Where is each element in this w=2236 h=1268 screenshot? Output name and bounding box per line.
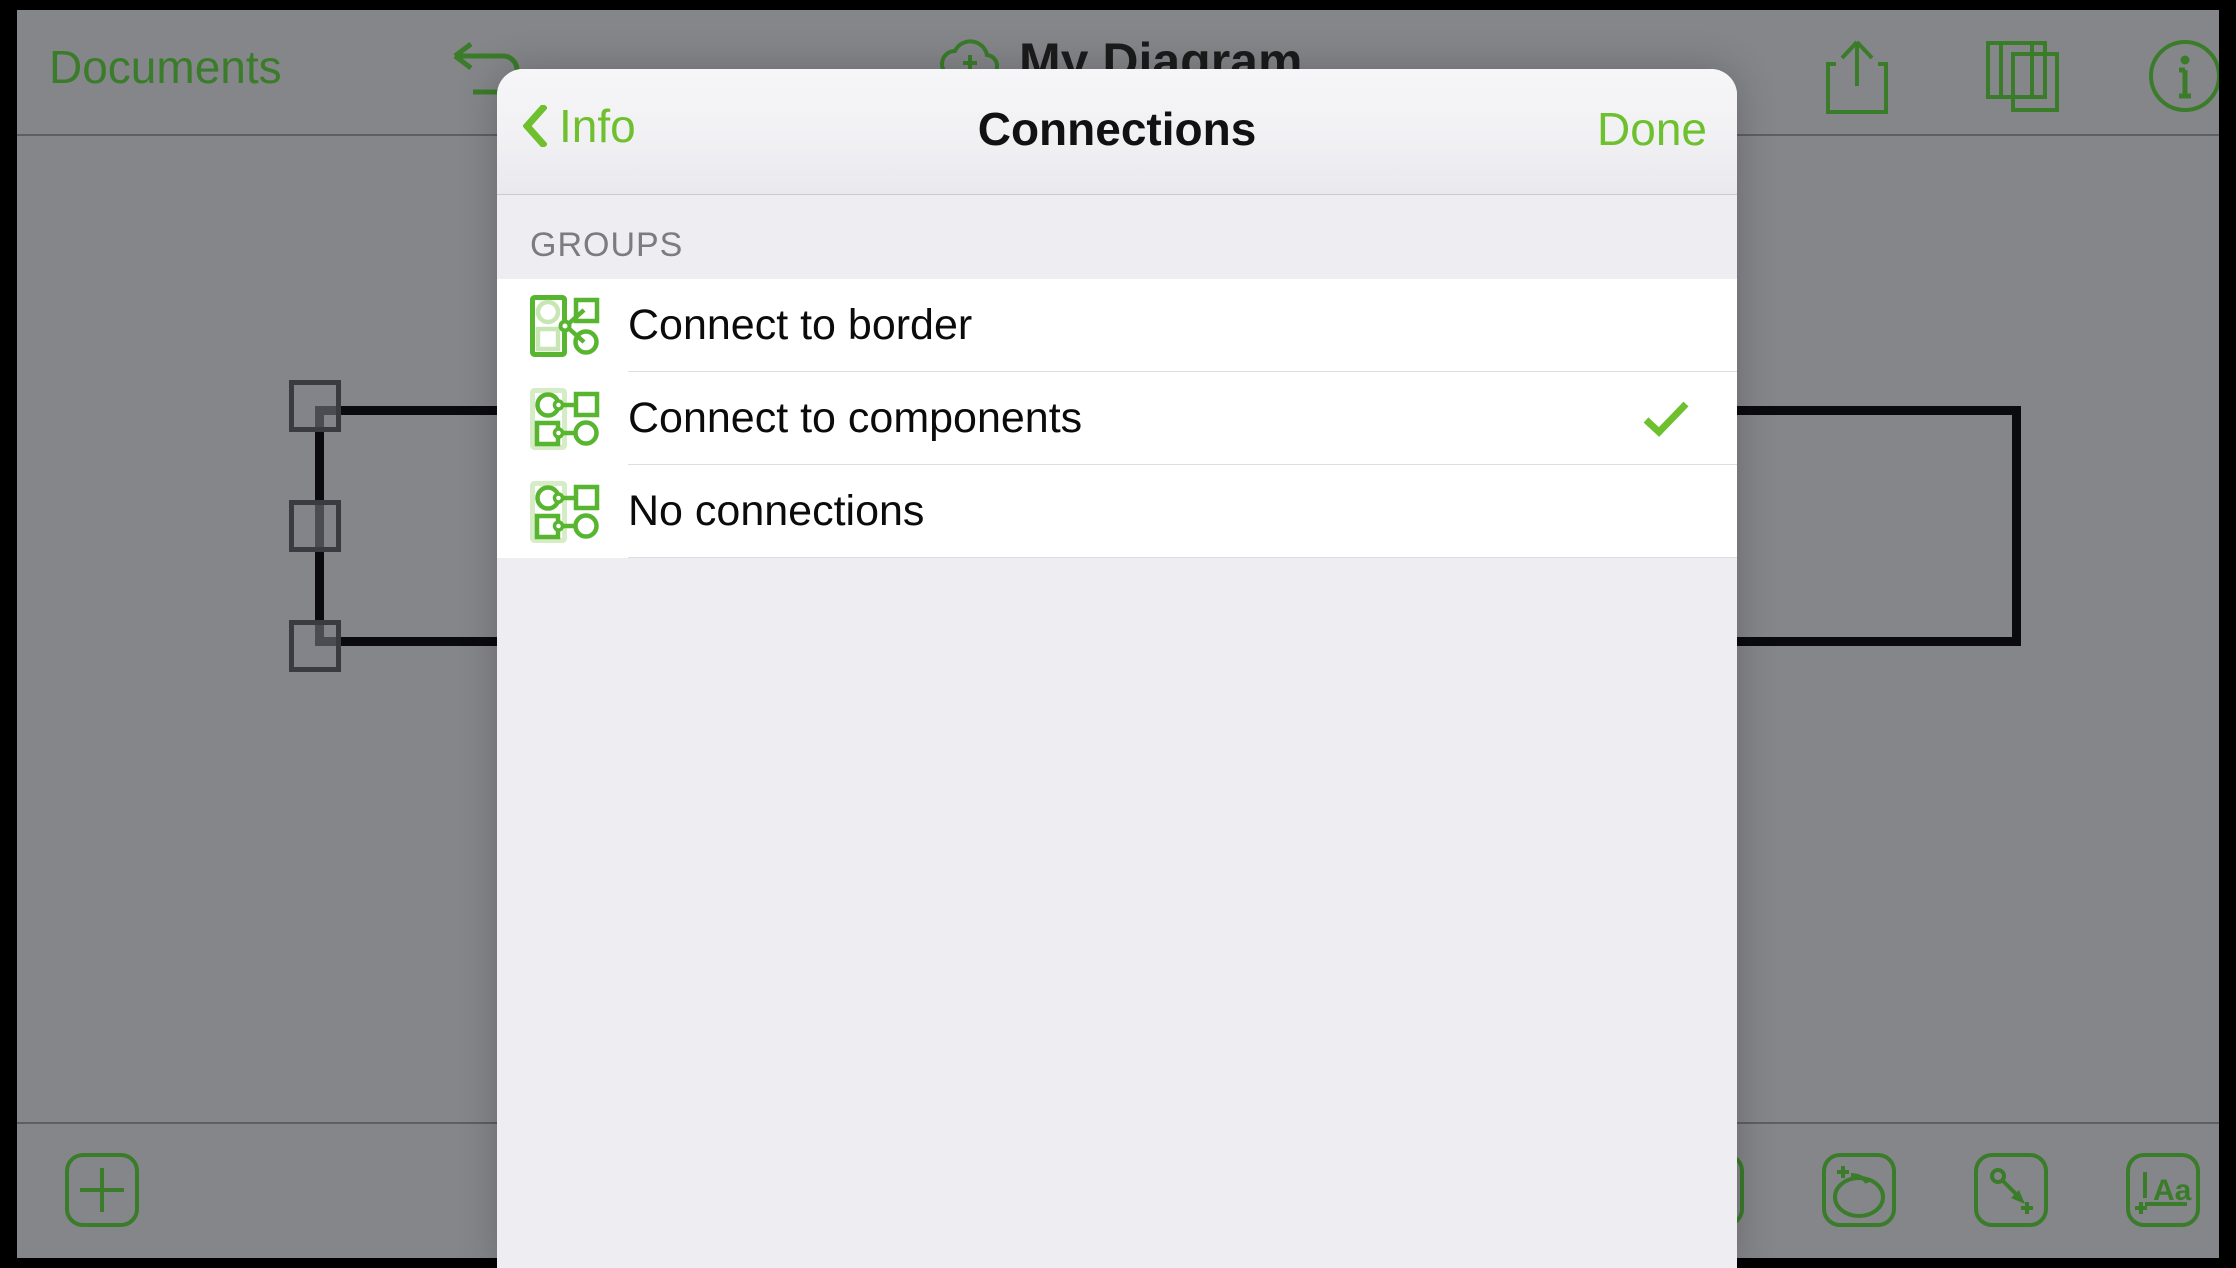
option-label: Connect to components xyxy=(628,394,1083,442)
documents-back-button[interactable]: Documents xyxy=(49,40,282,94)
option-label: Connect to border xyxy=(628,301,973,349)
row-separator xyxy=(628,557,1737,558)
popover-header: Info Connections Done xyxy=(497,69,1737,195)
screen: Documents My Diagram Aa Info Connections… xyxy=(0,0,2236,1268)
groups-section-header: GROUPS xyxy=(497,195,1737,279)
no-connections-icon xyxy=(530,480,600,543)
popover-empty-area xyxy=(497,558,1737,1268)
option-row-no-connections[interactable]: No connections xyxy=(497,465,1737,558)
layers-icon[interactable] xyxy=(1985,40,2061,114)
option-row-connect-to-components[interactable]: Connect to components xyxy=(497,372,1737,465)
connect-to-border-icon xyxy=(530,294,600,357)
add-document-icon[interactable] xyxy=(64,1152,140,1228)
connections-options-list: Connect to border Connect to components … xyxy=(497,279,1737,558)
add-ellipse-icon[interactable] xyxy=(1821,1152,1897,1228)
add-text-icon[interactable]: Aa xyxy=(2125,1152,2201,1228)
info-icon[interactable] xyxy=(2147,38,2219,114)
selection-handle-bottom-left[interactable] xyxy=(289,620,341,672)
checkmark-icon xyxy=(1643,401,1689,437)
connections-popover: Info Connections Done GROUPS Connect to … xyxy=(497,69,1737,1268)
connect-to-components-icon xyxy=(530,387,600,450)
done-button[interactable]: Done xyxy=(1597,102,1707,156)
share-icon[interactable] xyxy=(1824,38,1890,116)
option-row-connect-to-border[interactable]: Connect to border xyxy=(497,279,1737,372)
option-label: No connections xyxy=(628,487,925,535)
shape-tools-group: Aa xyxy=(1669,1152,2201,1228)
selection-handle-top-left[interactable] xyxy=(289,380,341,432)
add-line-icon[interactable] xyxy=(1973,1152,2049,1228)
popover-title: Connections xyxy=(977,103,1257,155)
selection-handle-middle-left[interactable] xyxy=(289,500,341,552)
